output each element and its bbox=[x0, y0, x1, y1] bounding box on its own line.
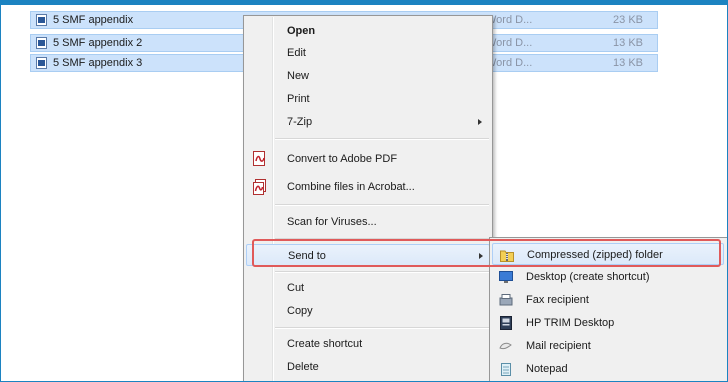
submenu-item-mail[interactable]: Mail recipient bbox=[492, 335, 724, 357]
menu-item-label: Scan for Viruses... bbox=[287, 216, 377, 228]
menu-item-label: Delete bbox=[287, 361, 319, 373]
menu-separator bbox=[275, 327, 489, 329]
file-name: 5 SMF appendix 2 bbox=[53, 37, 143, 49]
fax-icon bbox=[499, 294, 513, 306]
submenu-item-label: Notepad bbox=[526, 363, 568, 375]
word-document-icon bbox=[36, 57, 47, 69]
submenu-item-fax[interactable]: Fax recipient bbox=[492, 289, 724, 311]
submenu-item-label: Fax recipient bbox=[526, 294, 589, 306]
desktop-icon bbox=[499, 271, 513, 283]
submenu-item-desktop[interactable]: Desktop (create shortcut) bbox=[492, 266, 724, 288]
menu-separator bbox=[275, 271, 489, 273]
menu-item-send-to[interactable]: Send to bbox=[246, 244, 490, 266]
menu-item-label: Create shortcut bbox=[287, 338, 363, 350]
menu-item-combine-acrobat[interactable]: Combine files in Acrobat... bbox=[246, 176, 490, 198]
submenu-item-label: Desktop (create shortcut) bbox=[526, 271, 650, 283]
menu-item-label: Send to bbox=[288, 250, 326, 262]
menu-item-label: Convert to Adobe PDF bbox=[287, 153, 398, 165]
menu-item-scan-viruses[interactable]: Scan for Viruses... bbox=[246, 211, 490, 233]
menu-item-delete[interactable]: Delete bbox=[246, 356, 490, 378]
menu-separator bbox=[275, 238, 489, 240]
frame-top-border bbox=[1, 1, 727, 5]
menu-item-label: Print bbox=[287, 93, 310, 105]
submenu-item-label: HP TRIM Desktop bbox=[526, 317, 615, 329]
word-document-icon bbox=[36, 37, 47, 49]
zip-folder-icon bbox=[500, 250, 514, 262]
menu-separator bbox=[275, 138, 489, 140]
menu-item-new[interactable]: New bbox=[246, 65, 490, 87]
menu-item-copy[interactable]: Copy bbox=[246, 300, 490, 322]
menu-item-print[interactable]: Print bbox=[246, 88, 490, 110]
file-name: 5 SMF appendix 3 bbox=[53, 57, 143, 69]
menu-item-label: New bbox=[287, 70, 310, 82]
chevron-right-icon bbox=[479, 253, 483, 259]
menu-separator bbox=[275, 204, 489, 206]
menu-item-create-shortcut[interactable]: Create shortcut bbox=[246, 333, 490, 355]
menu-item-7zip[interactable]: 7-Zip bbox=[246, 111, 490, 133]
submenu-item-compressed-folder[interactable]: Compressed (zipped) folder bbox=[492, 243, 724, 265]
word-document-icon bbox=[36, 14, 47, 26]
hp-trim-icon bbox=[500, 316, 512, 330]
menu-item-convert-pdf[interactable]: Convert to Adobe PDF bbox=[246, 148, 490, 170]
menu-item-label: Combine files in Acrobat... bbox=[287, 181, 415, 193]
menu-item-label: 7-Zip bbox=[287, 116, 313, 128]
file-size: 13 KB bbox=[613, 57, 643, 69]
adobe-pdf-icon bbox=[253, 151, 265, 166]
mail-icon bbox=[499, 342, 512, 350]
submenu-item-notepad[interactable]: Notepad bbox=[492, 358, 724, 380]
file-size: 23 KB bbox=[613, 14, 643, 26]
file-name: 5 SMF appendix bbox=[53, 14, 134, 26]
screenshot-frame: 5 SMF appendix Word D... 23 KB 5 SMF app… bbox=[0, 0, 728, 382]
chevron-right-icon bbox=[478, 119, 482, 125]
menu-item-label: Edit bbox=[287, 47, 306, 59]
acrobat-combine-icon bbox=[253, 179, 266, 195]
menu-item-edit[interactable]: Edit bbox=[246, 42, 490, 64]
context-menu: Open Edit New Print 7-Zip Convert to Ado… bbox=[243, 15, 493, 381]
menu-item-label: Copy bbox=[287, 305, 313, 317]
send-to-submenu: Compressed (zipped) folder Desktop (crea… bbox=[489, 237, 727, 381]
menu-item-label: Cut bbox=[287, 282, 305, 294]
submenu-item-hp-trim[interactable]: HP TRIM Desktop bbox=[492, 312, 724, 334]
menu-item-cut[interactable]: Cut bbox=[246, 277, 490, 299]
menu-item-label: Open bbox=[287, 25, 316, 37]
notepad-icon bbox=[501, 363, 511, 376]
file-size: 13 KB bbox=[613, 37, 643, 49]
menu-item-open[interactable]: Open bbox=[246, 20, 490, 42]
submenu-item-label: Compressed (zipped) folder bbox=[527, 249, 663, 261]
submenu-item-label: Mail recipient bbox=[526, 340, 591, 352]
